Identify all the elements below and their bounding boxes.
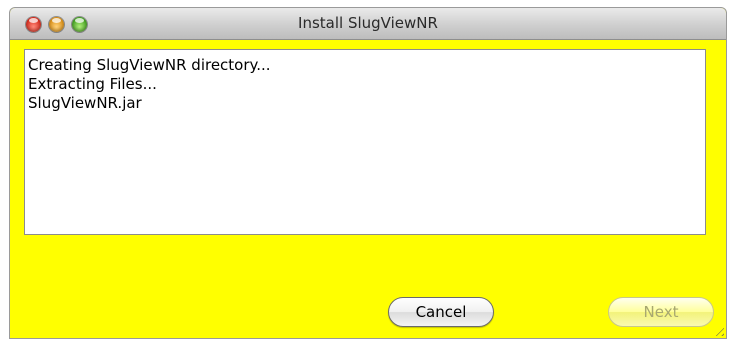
cancel-button[interactable]: Cancel — [388, 297, 494, 327]
title-bar[interactable]: Install SlugViewNR — [10, 8, 726, 40]
log-line: Creating SlugViewNR directory... — [28, 56, 271, 74]
log-line: SlugViewNR.jar — [28, 94, 142, 112]
resize-grip-icon[interactable] — [712, 324, 724, 336]
progress-log-area[interactable]: Creating SlugViewNR directory... Extract… — [24, 49, 706, 235]
installer-window: Install SlugViewNR Creating SlugViewNR d… — [10, 8, 726, 338]
window-title: Install SlugViewNR — [298, 14, 438, 32]
next-button[interactable]: Next — [608, 297, 714, 327]
log-line: Extracting Files... — [28, 75, 157, 93]
